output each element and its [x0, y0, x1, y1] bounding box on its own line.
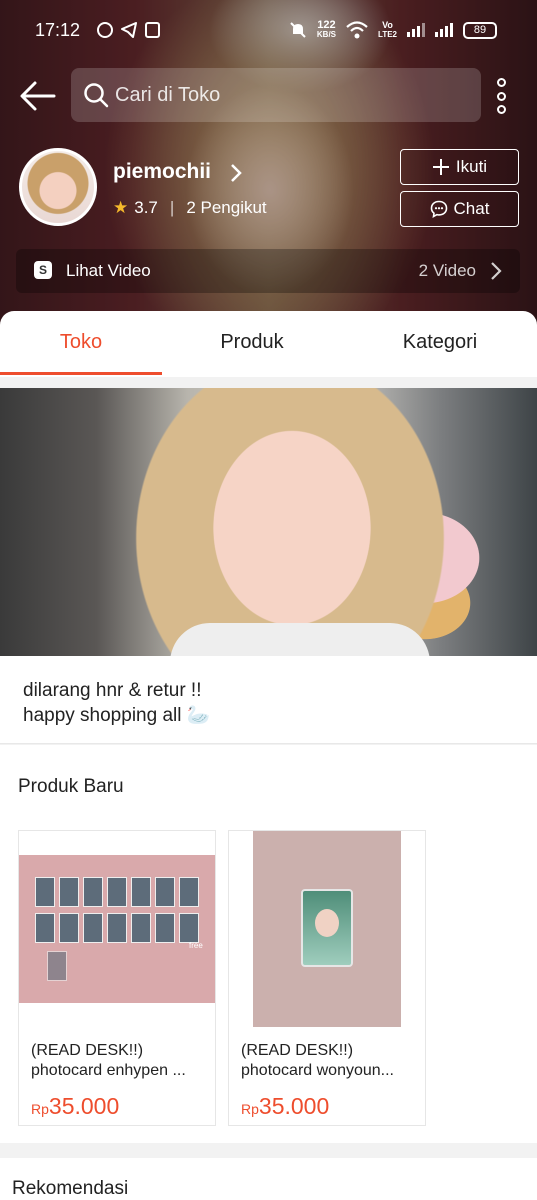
star-icon: ★ [113, 198, 129, 217]
back-arrow-icon[interactable] [18, 78, 58, 114]
chat-label: Chat [453, 199, 490, 218]
price-value: 35.000 [48, 1093, 120, 1119]
status-bar: 17:12 122 KB/S Vo LTE2 89 [0, 0, 537, 62]
product-title-line-2: photocard wonyoun... [241, 1062, 394, 1079]
more-icon[interactable] [491, 78, 511, 114]
video-icon: S [34, 261, 52, 279]
tab-kategori[interactable]: Kategori [359, 331, 521, 354]
shop-info: piemochii ★ 3.7 | 2 Pengikut Ikuti Chat [0, 148, 537, 228]
banner-decoration [170, 623, 430, 656]
video-row[interactable]: S Lihat Video 2 Video [16, 249, 520, 293]
product-price: Rp35.000 [241, 1093, 329, 1120]
top-bar [0, 68, 537, 124]
shop-icon [145, 22, 160, 38]
follow-label: Ikuti [455, 157, 488, 176]
shop-banner[interactable] [0, 388, 537, 656]
notification-icons [97, 22, 160, 38]
photocard-set: free [19, 855, 215, 1003]
tab-produk[interactable]: Produk [171, 331, 333, 354]
follow-button[interactable]: Ikuti [400, 149, 519, 185]
new-products-section: Produk Baru free (READ DESK!!) photocard… [0, 745, 537, 1143]
product-price: Rp35.000 [31, 1093, 119, 1120]
speed-unit: KB/S [316, 30, 337, 39]
product-title-line-2: photocard enhypen ... [31, 1062, 186, 1079]
description-line-1: dilarang hnr & retur !! [23, 680, 202, 701]
product-background [253, 831, 401, 1027]
price-currency: Rp [241, 1101, 259, 1117]
shop-followers: 2 Pengikut [186, 198, 267, 217]
mute-icon [290, 22, 306, 38]
product-title-line-1: (READ DESK!!) [241, 1042, 354, 1059]
whatsapp-icon [97, 22, 113, 38]
tab-toko[interactable]: Toko [0, 331, 162, 354]
network-label-1: Vo [382, 20, 393, 30]
network-speed: 122 KB/S [317, 20, 336, 40]
product-title-line-1: (READ DESK!!) [31, 1042, 144, 1059]
speed-value: 122 [317, 19, 336, 31]
photocard [301, 889, 353, 967]
network-type: Vo LTE2 [378, 20, 397, 40]
video-count: 2 Video [418, 261, 476, 280]
product-card[interactable]: (READ DESK!!) photocard wonyoun... Rp35.… [228, 830, 426, 1126]
chat-button[interactable]: Chat [400, 191, 519, 227]
search-input[interactable] [115, 83, 415, 107]
network-label-2: LTE2 [378, 30, 397, 39]
product-image: free [19, 831, 215, 1027]
price-currency: Rp [31, 1101, 49, 1117]
video-label: Lihat Video [66, 261, 151, 280]
active-tab-indicator [0, 372, 162, 375]
product-image [229, 831, 425, 1027]
section-title: Produk Baru [18, 776, 124, 797]
status-time: 17:12 [35, 20, 81, 40]
avatar[interactable] [19, 148, 97, 226]
shop-name[interactable]: piemochii [113, 160, 211, 184]
search-bar[interactable] [71, 68, 481, 122]
chevron-right-icon[interactable] [228, 162, 244, 184]
tab-bar: Toko Produk Kategori [0, 311, 537, 377]
plus-icon [432, 159, 449, 175]
price-value: 35.000 [258, 1093, 330, 1119]
shop-meta: ★ 3.7 | 2 Pengikut [113, 198, 267, 218]
signal-icon-2 [435, 23, 453, 37]
wifi-icon [346, 21, 368, 39]
section-title: Rekomendasi [12, 1178, 129, 1199]
telegram-icon [121, 22, 137, 38]
recommendations-section: Rekomendasi [0, 1158, 537, 1200]
chat-icon [430, 200, 447, 218]
signal-icon [407, 23, 425, 37]
system-icons: 122 KB/S Vo LTE2 89 [289, 20, 497, 40]
chevron-right-icon [491, 262, 502, 280]
shop-description: dilarang hnr & retur !! happy shopping a… [0, 656, 537, 744]
description-line-2: happy shopping all 🦢 [23, 705, 211, 726]
divider: | [169, 198, 175, 217]
product-card[interactable]: free (READ DESK!!) photocard enhypen ...… [18, 830, 216, 1126]
battery-level: 89 [473, 23, 487, 36]
battery-icon: 89 [463, 21, 497, 39]
search-icon [84, 83, 109, 108]
shop-rating: 3.7 [134, 198, 158, 217]
free-tag: free [189, 941, 203, 950]
